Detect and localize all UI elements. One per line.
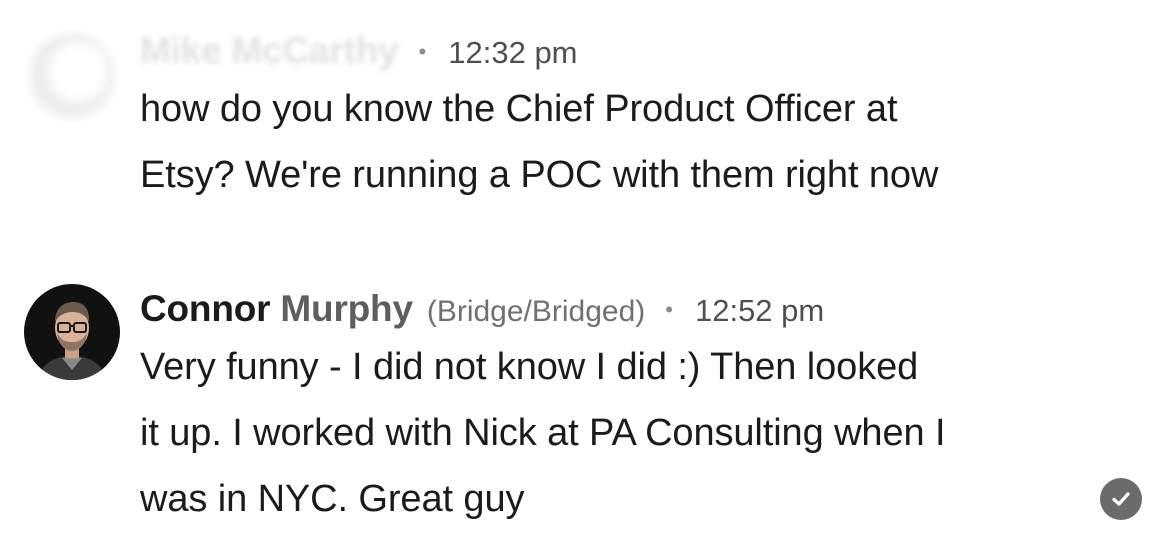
sender-affiliation: (Bridge/Bridged) <box>426 295 646 328</box>
message-line: how do you know the Chief Product Office… <box>140 88 898 130</box>
message-item: Connor Murphy (Bridge/Bridged) • 12:52 p… <box>0 270 1170 547</box>
message-header: Connor Murphy (Bridge/Bridged) • 12:52 p… <box>140 288 824 334</box>
read-receipt-checkmark-icon <box>1100 478 1142 520</box>
message-line: it up. I worked with Nick at PA Consulti… <box>140 412 946 454</box>
message-line: was in NYC. Great guy <box>140 478 525 520</box>
message-timestamp: 12:32 pm <box>448 35 578 70</box>
message-timestamp: 12:52 pm <box>694 293 825 328</box>
message-line: Etsy? We're running a POC with them righ… <box>140 154 939 196</box>
avatar[interactable] <box>24 284 120 380</box>
message-header: Mike McCarthy • 12:32 pm <box>140 30 578 74</box>
message-body: how do you know the Chief Product Office… <box>140 76 1080 208</box>
blurred-avatar-icon <box>24 28 120 124</box>
sender-last-name: Murphy <box>280 288 413 329</box>
sender-first-name: Connor <box>140 288 271 329</box>
checkmark-icon <box>1112 492 1130 506</box>
message-item: Mike McCarthy • 12:32 pm how do you know… <box>0 0 1170 230</box>
sender-name[interactable]: Connor Murphy <box>140 288 413 330</box>
person-photo-avatar-icon <box>24 284 120 380</box>
separator-dot: • <box>665 297 673 322</box>
sender-name[interactable]: Mike McCarthy <box>140 30 399 72</box>
message-line: Very funny - I did not know I did :) The… <box>140 346 919 388</box>
separator-dot: • <box>418 39 427 64</box>
avatar[interactable] <box>24 28 120 124</box>
message-body: Very funny - I did not know I did :) The… <box>140 334 1080 532</box>
